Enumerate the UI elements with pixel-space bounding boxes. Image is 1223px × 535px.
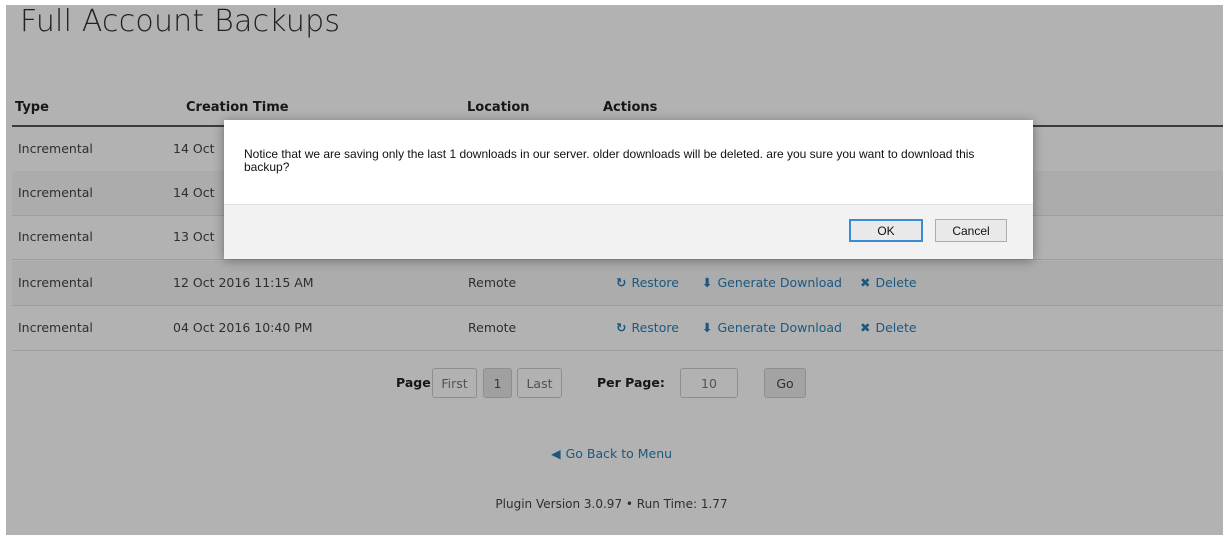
frame-edge-left [0,0,6,535]
ok-button[interactable]: OK [849,219,923,242]
frame-edge-top [0,0,1223,5]
modal-overlay [0,0,1223,535]
dialog-footer: OK Cancel [224,204,1033,259]
dialog-message: Notice that we are saving only the last … [244,147,975,174]
cancel-button[interactable]: Cancel [935,219,1007,242]
confirm-dialog: Notice that we are saving only the last … [224,120,1033,259]
